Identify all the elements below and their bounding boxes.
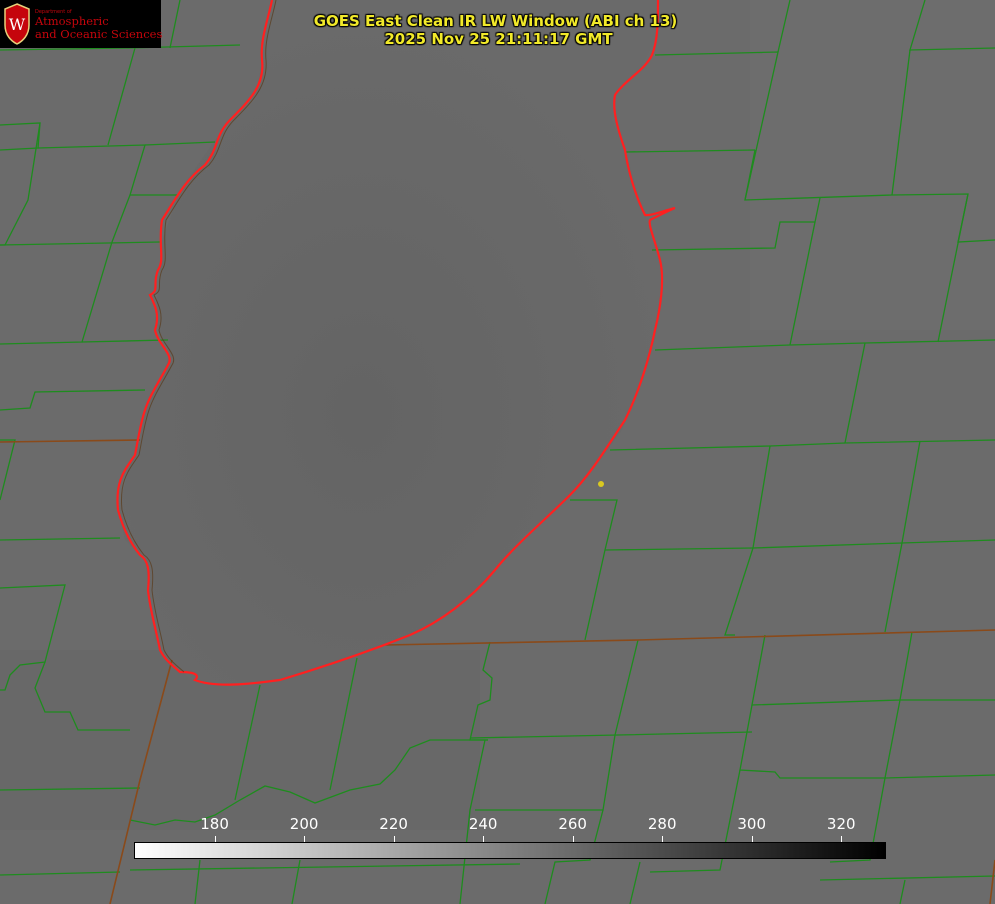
- colorbar-tick-mark: [662, 836, 663, 842]
- satellite-image-view: W Department of Atmospheric and Oceanic …: [0, 0, 995, 904]
- colorbar-tick-mark: [394, 836, 395, 842]
- image-title: GOES East Clean IR LW Window (ABI ch 13)…: [0, 12, 995, 48]
- colorbar-tick-mark: [483, 836, 484, 842]
- colorbar-tick-label: 180: [200, 815, 229, 833]
- colorbar-tick-label: 220: [379, 815, 408, 833]
- colorbar-tick-label: 200: [289, 815, 319, 833]
- colorbar-tick-mark: [573, 836, 574, 842]
- colorbar-tick-mark: [841, 836, 842, 842]
- colorbar-tick-label: 240: [468, 815, 498, 833]
- colorbar-tick-mark: [304, 836, 305, 842]
- colorbar-tick-label: 320: [826, 815, 856, 833]
- colorbar-tick-label: 300: [737, 815, 767, 833]
- title-product: GOES East Clean IR LW Window (ABI ch 13): [313, 12, 678, 30]
- temperature-colorbar: [134, 842, 886, 859]
- colorbar-tick-mark: [215, 836, 216, 842]
- colorbar-tick-mark: [752, 836, 753, 842]
- colorbar-tick-label: 260: [558, 815, 587, 833]
- map-canvas: [0, 0, 995, 904]
- location-marker: [598, 481, 604, 487]
- colorbar-tick-label: 280: [647, 815, 677, 833]
- title-timestamp: 2025 Nov 25 21:11:17 GMT: [384, 30, 613, 48]
